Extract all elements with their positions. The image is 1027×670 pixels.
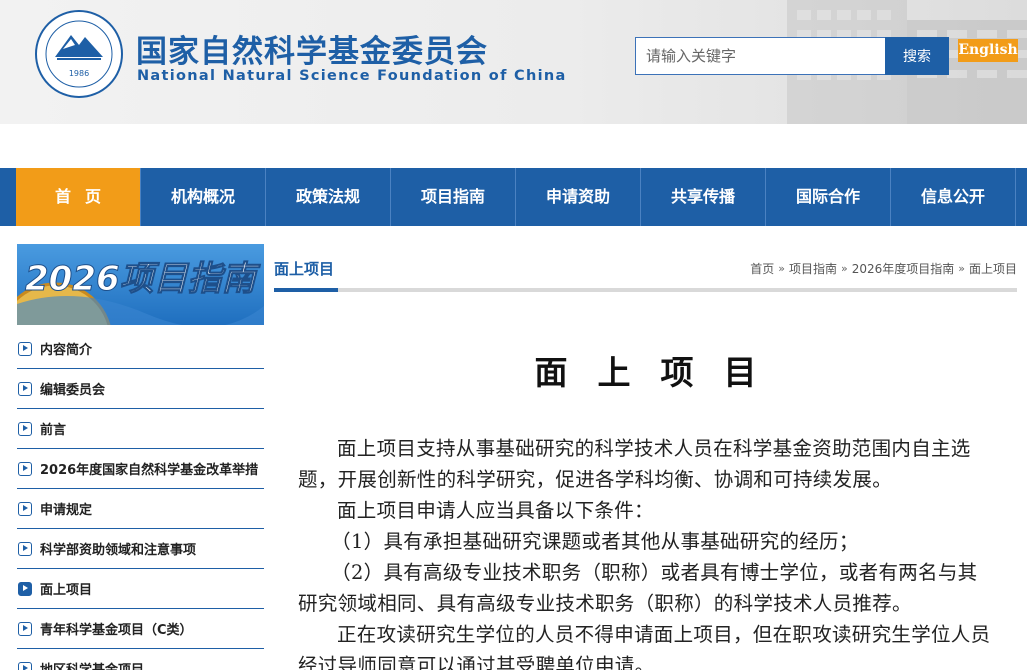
sidebar-item-fields[interactable]: 科学部资助领域和注意事项	[17, 529, 264, 569]
sidebar-item-label: 前言	[40, 423, 67, 438]
nav-item-international[interactable]: 国际合作	[766, 168, 891, 226]
sidebar-list: 内容简介 编辑委员会 前言 2026年度国家自然科学基金改革举措 申请规定 科学…	[17, 329, 264, 670]
nav-item-share[interactable]: 共享传播	[641, 168, 766, 226]
search-button[interactable]: 搜索	[885, 37, 949, 75]
sidebar-item-intro[interactable]: 内容简介	[17, 329, 264, 369]
nav-item-disclosure[interactable]: 信息公开	[891, 168, 1016, 226]
section-underline	[274, 288, 338, 292]
sidebar-item-label: 2026年度国家自然科学基金改革举措	[40, 463, 259, 478]
logo-year: 1986	[69, 69, 89, 78]
arrow-right-icon	[18, 461, 32, 476]
sidebar-item-label: 青年科学基金项目（C类）	[40, 623, 193, 638]
breadcrumb-item-guide[interactable]: 项目指南	[789, 260, 837, 277]
arrow-right-icon	[18, 501, 32, 516]
nav-item-guide[interactable]: 项目指南	[391, 168, 516, 226]
search-input[interactable]	[635, 37, 886, 75]
nsfc-logo-icon[interactable]: 1986	[33, 9, 125, 99]
nav-item-apply[interactable]: 申请资助	[516, 168, 641, 226]
breadcrumb: 首页 » 项目指南 » 2026年度项目指南 » 面上项目	[750, 260, 1017, 277]
double-chevron-icon: »	[840, 262, 848, 275]
breadcrumb-item-current[interactable]: 面上项目	[969, 260, 1017, 277]
sidebar-item-label: 编辑委员会	[40, 383, 106, 398]
guide-banner[interactable]: 2026项目指南	[17, 244, 264, 325]
article-title: 面上项目	[534, 353, 787, 392]
site-header: 1986 国家自然科学基金委员会 National Natural Scienc…	[0, 0, 1027, 124]
article-paragraph: 面上项目支持从事基础研究的科学技术人员在科学基金资助范围内自主选题，开展创新性的…	[298, 437, 971, 491]
nav-item-home[interactable]: 首页	[16, 168, 141, 226]
content-header: 面上项目 首页 » 项目指南 » 2026年度项目指南 » 面上项目	[274, 247, 1017, 292]
sidebar-item-youth-c[interactable]: 青年科学基金项目（C类）	[17, 609, 264, 649]
sidebar-item-label: 面上项目	[40, 583, 93, 598]
sidebar-item-label: 申请规定	[40, 503, 93, 518]
arrow-right-icon	[18, 661, 32, 670]
sidebar-item-editorial[interactable]: 编辑委员会	[17, 369, 264, 409]
breadcrumb-item-guide-year[interactable]: 2026年度项目指南	[852, 260, 955, 277]
main-nav: 首页 机构概况 政策法规 项目指南 申请资助 共享传播 国际合作 信息公开	[0, 168, 1027, 226]
sidebar-item-reform[interactable]: 2026年度国家自然科学基金改革举措	[17, 449, 264, 489]
double-chevron-icon: »	[778, 262, 785, 275]
sidebar-item-label: 内容简介	[40, 343, 93, 358]
nav-item-policy[interactable]: 政策法规	[266, 168, 391, 226]
sidebar-item-regional[interactable]: 地区科学基金项目	[17, 649, 264, 670]
arrow-right-icon	[18, 581, 32, 596]
banner-text: 2026项目指南	[25, 259, 261, 299]
english-link[interactable]: English	[958, 39, 1018, 62]
arrow-right-icon	[18, 421, 32, 436]
double-chevron-icon: »	[958, 262, 965, 275]
breadcrumb-item-home[interactable]: 首页	[750, 260, 774, 277]
article-paragraph: 正在攻读研究生学位的人员不得申请面上项目，但在职攻读研究生学位人员经过导师同意可…	[298, 623, 991, 670]
sidebar-item-label: 科学部资助领域和注意事项	[40, 543, 197, 558]
arrow-right-icon	[18, 541, 32, 556]
sidebar-item-rules[interactable]: 申请规定	[17, 489, 264, 529]
org-name-cn[interactable]: 国家自然科学基金委员会	[136, 26, 488, 71]
arrow-right-icon	[18, 341, 32, 356]
sidebar-item-label: 地区科学基金项目	[40, 659, 144, 670]
nav-item-about[interactable]: 机构概况	[141, 168, 266, 226]
article-body: 面上项目支持从事基础研究的科学技术人员在科学基金资助范围内自主选题，开展创新性的…	[298, 433, 994, 670]
section-title: 面上项目	[274, 260, 335, 278]
org-name-en[interactable]: National Natural Science Foundation of C…	[137, 68, 567, 84]
arrow-right-icon	[18, 621, 32, 636]
article-paragraph: 面上项目申请人应当具备以下条件：	[337, 499, 654, 522]
arrow-right-icon	[18, 381, 32, 396]
sidebar-item-general-program[interactable]: 面上项目	[17, 569, 264, 609]
sidebar-item-preface[interactable]: 前言	[17, 409, 264, 449]
article-paragraph: （1）具有承担基础研究课题或者其他从事基础研究的经历；	[331, 530, 859, 553]
article-paragraph: （2）具有高级专业技术职务（职称）或者具有博士学位，或者有两名与其研究领域相同、…	[298, 561, 978, 615]
